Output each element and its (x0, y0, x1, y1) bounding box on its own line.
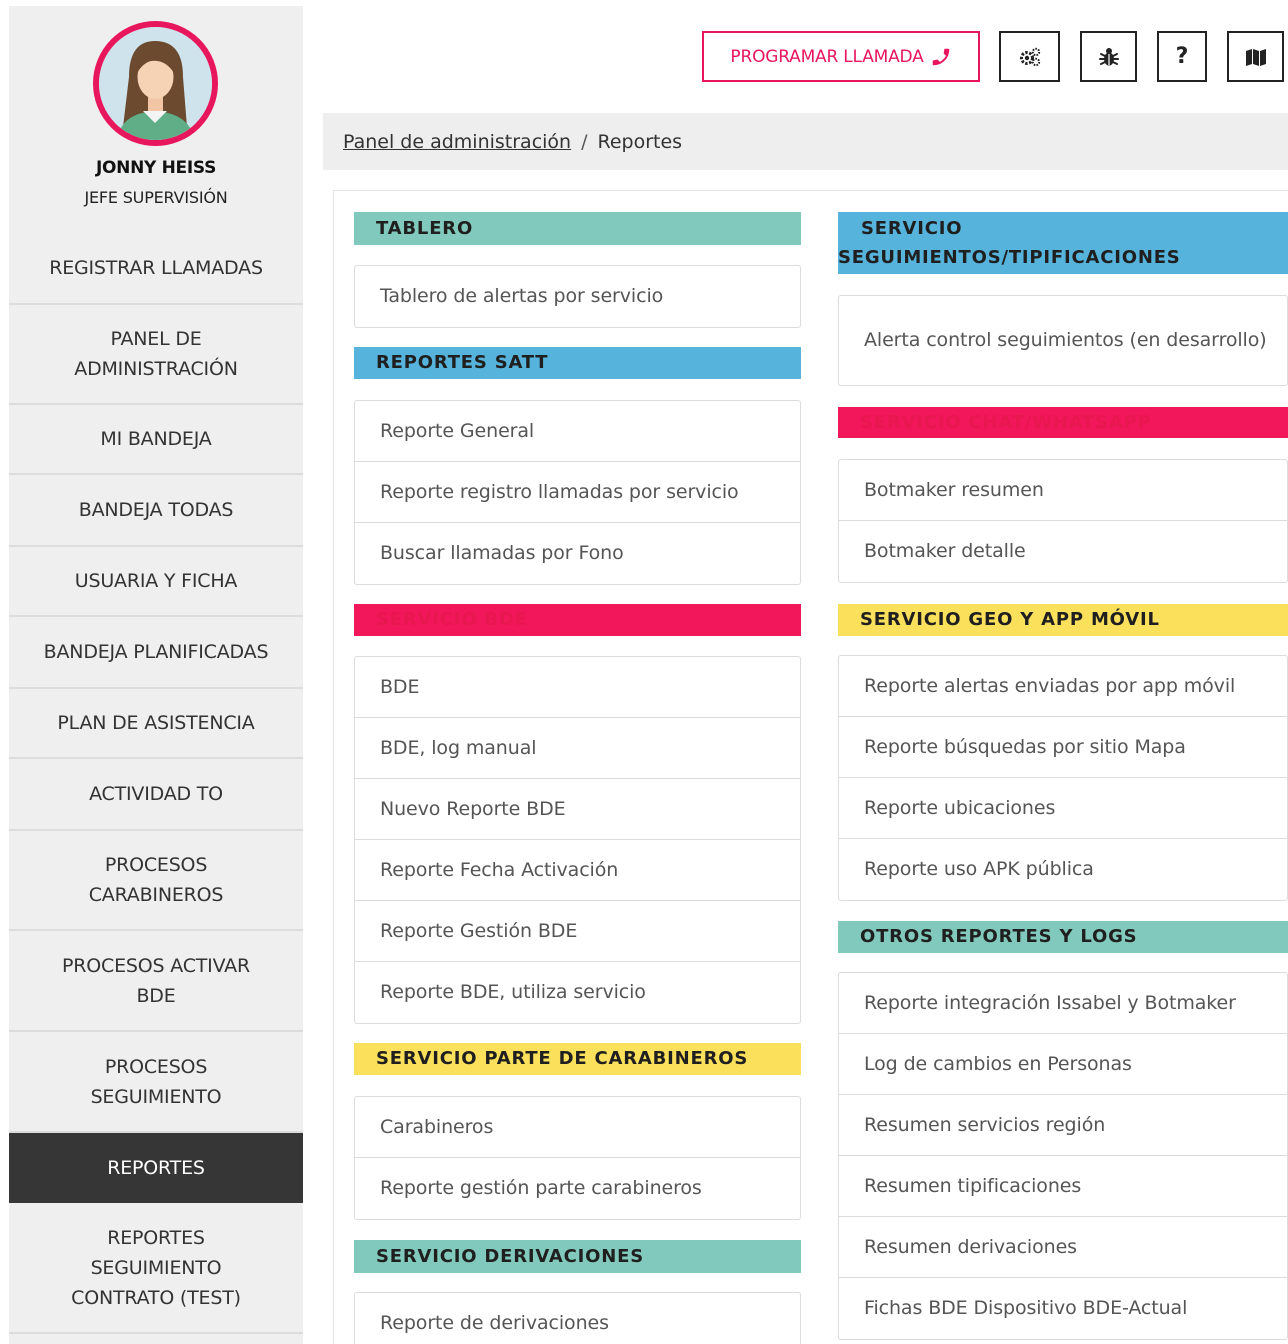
list-tablero: Tablero de alertas por servicio (354, 265, 801, 328)
section-header-derivaciones: SERVICIO DERIVACIONES (354, 1240, 801, 1273)
section-header-seguimientos: SERVICIO SEGUIMIENTOS/TIPIFICACIONES (838, 212, 1288, 274)
link-reporte-ubicaciones[interactable]: Reporte ubicaciones (839, 778, 1287, 839)
section-header-reportes-satt: REPORTES SATT (354, 347, 801, 379)
map-button[interactable] (1227, 31, 1284, 82)
link-bde-log-manual[interactable]: BDE, log manual (355, 718, 800, 779)
link-resumen-tipificaciones[interactable]: Resumen tipificaciones (839, 1156, 1287, 1217)
section-header-geo-app: SERVICIO GEO Y APP MÓVIL (838, 604, 1288, 636)
link-carabineros[interactable]: Carabineros (355, 1097, 800, 1158)
link-fichas-bde-dispositivo[interactable]: Fichas BDE Dispositivo BDE-Actual (839, 1278, 1287, 1339)
user-avatar (93, 21, 218, 146)
link-reporte-alertas-app[interactable]: Reporte alertas enviadas por app móvil (839, 656, 1287, 717)
nav-reportes-seguimiento-contrato[interactable]: REPORTES SEGUIMIENTO CONTRATO (TEST) (9, 1203, 303, 1334)
bug-icon (1098, 47, 1119, 65)
nav-panel-de-administracion[interactable]: PANEL DE ADMINISTRACIÓN (9, 305, 303, 405)
breadcrumb-current: Reportes (597, 130, 683, 153)
link-reporte-fecha-activacion[interactable]: Reporte Fecha Activación (355, 840, 800, 901)
gears-icon (1019, 47, 1040, 66)
help-button[interactable]: ? (1157, 31, 1207, 82)
section-header-seguimientos-line2: SEGUIMIENTOS/TIPIFICACIONES (838, 247, 1181, 268)
nav-actividad-to[interactable]: ACTIVIDAD TO (9, 759, 303, 831)
link-buscar-llamadas-fono[interactable]: Buscar llamadas por Fono (355, 523, 800, 584)
link-reporte-uso-apk[interactable]: Reporte uso APK pública (839, 839, 1287, 900)
help-icon: ? (1175, 44, 1189, 69)
link-botmaker-detalle[interactable]: Botmaker detalle (839, 521, 1287, 582)
breadcrumb-parent-link[interactable]: Panel de administración (343, 131, 571, 153)
link-tablero-alertas[interactable]: Tablero de alertas por servicio (355, 266, 800, 327)
bug-report-button[interactable] (1080, 31, 1137, 82)
section-header-seguimientos-line1: SERVICIO (861, 218, 963, 239)
nav-registrar-llamadas[interactable]: REGISTRAR LLAMADAS (9, 233, 303, 305)
section-header-otros-reportes: OTROS REPORTES Y LOGS (838, 921, 1288, 953)
link-reporte-gestion-parte-carabineros[interactable]: Reporte gestión parte carabineros (355, 1158, 800, 1219)
settings-button[interactable] (999, 31, 1060, 82)
list-otros-reportes: Reporte integración Issabel y Botmaker L… (838, 972, 1288, 1340)
breadcrumb: Panel de administración / Reportes (323, 113, 1288, 170)
link-reporte-bde-utiliza-servicio[interactable]: Reporte BDE, utiliza servicio (355, 962, 800, 1023)
link-alerta-control-seguimientos[interactable]: Alerta control seguimientos (en desarrol… (839, 296, 1287, 385)
nav-bandeja-todas[interactable]: BANDEJA TODAS (9, 475, 303, 547)
sidebar: JONNY HEISS JEFE SUPERVISIÓN REGISTRAR L… (9, 6, 303, 1344)
link-reporte-derivaciones[interactable]: Reporte de derivaciones (355, 1293, 800, 1344)
section-header-servicio-bde: SERVICIO BDE (354, 604, 801, 636)
nav-procesos-activar-bde[interactable]: PROCESOS ACTIVAR BDE (9, 931, 303, 1032)
list-derivaciones: Reporte de derivaciones (354, 1292, 801, 1344)
user-name: JONNY HEISS (95, 158, 217, 178)
nav-reportes[interactable]: REPORTES (9, 1133, 303, 1203)
link-log-cambios-personas[interactable]: Log de cambios en Personas (839, 1034, 1287, 1095)
list-servicio-bde: BDE BDE, log manual Nuevo Reporte BDE Re… (354, 656, 801, 1024)
link-reporte-gestion-bde[interactable]: Reporte Gestión BDE (355, 901, 800, 962)
nav-bandeja-planificadas[interactable]: BANDEJA PLANIFICADAS (9, 617, 303, 689)
breadcrumb-separator: / (581, 130, 588, 153)
section-header-chat-whatsapp: SERVICIO CHAT/WHATSAPP (838, 407, 1288, 438)
nav-plan-de-asistencia[interactable]: PLAN DE ASISTENCIA (9, 689, 303, 759)
link-reporte-integracion-issabel[interactable]: Reporte integración Issabel y Botmaker (839, 973, 1287, 1034)
list-chat-whatsapp: Botmaker resumen Botmaker detalle (838, 459, 1288, 583)
section-header-parte-carabineros: SERVICIO PARTE DE CARABINEROS (354, 1043, 801, 1075)
nav-procesos-seguimiento[interactable]: PROCESOS SEGUIMIENTO (9, 1032, 303, 1133)
nav-usuaria-y-ficha[interactable]: USUARIA Y FICHA (9, 547, 303, 617)
link-reporte-general[interactable]: Reporte General (355, 401, 800, 462)
list-geo-app: Reporte alertas enviadas por app móvil R… (838, 655, 1288, 901)
link-reporte-busquedas-mapa[interactable]: Reporte búsquedas por sitio Mapa (839, 717, 1287, 778)
link-resumen-servicios-region[interactable]: Resumen servicios región (839, 1095, 1287, 1156)
list-parte-carabineros: Carabineros Reporte gestión parte carabi… (354, 1096, 801, 1220)
link-nuevo-reporte-bde[interactable]: Nuevo Reporte BDE (355, 779, 800, 840)
nav-mi-bandeja[interactable]: MI BANDEJA (9, 405, 303, 475)
user-role: JEFE SUPERVISIÓN (84, 188, 228, 207)
link-reporte-registro-llamadas[interactable]: Reporte registro llamadas por servicio (355, 462, 800, 523)
link-resumen-derivaciones[interactable]: Resumen derivaciones (839, 1217, 1287, 1278)
section-header-tablero: TABLERO (354, 212, 801, 245)
list-seguimientos: Alerta control seguimientos (en desarrol… (838, 295, 1288, 386)
phone-icon (932, 48, 949, 65)
list-reportes-satt: Reporte General Reporte registro llamada… (354, 400, 801, 585)
map-icon (1245, 48, 1266, 66)
link-botmaker-resumen[interactable]: Botmaker resumen (839, 460, 1287, 521)
link-bde[interactable]: BDE (355, 657, 800, 718)
user-avatar-illustration (99, 27, 212, 140)
program-call-button[interactable]: PROGRAMAR LLAMADA (702, 31, 980, 82)
program-call-label: PROGRAMAR LLAMADA (730, 46, 924, 67)
nav-procesos-carabineros[interactable]: PROCESOS CARABINEROS (9, 831, 303, 931)
